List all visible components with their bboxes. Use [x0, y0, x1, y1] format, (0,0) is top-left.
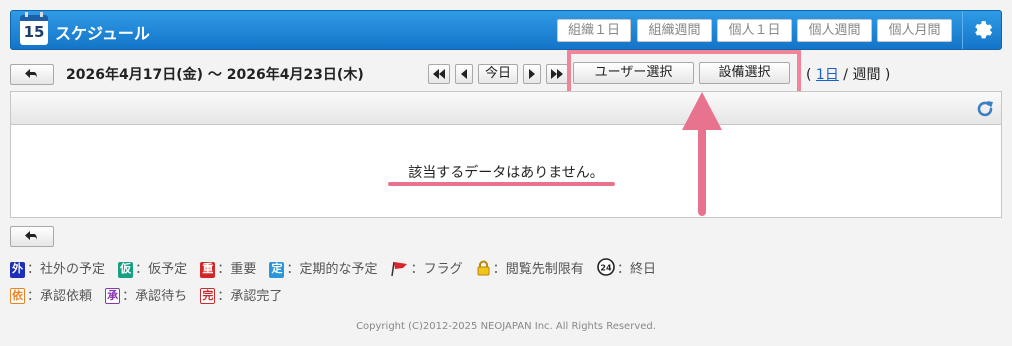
period-day-link[interactable]: 1日: [816, 67, 839, 83]
allday-24-icon: 24: [597, 258, 615, 276]
view-personal-day-button[interactable]: 個人１日: [717, 19, 792, 42]
regular-badge: 定: [269, 262, 285, 278]
period-week-label: 週間: [852, 67, 881, 83]
prev-day-button[interactable]: [455, 64, 473, 84]
legend-row-2: 依：承認依頼 承：承認待ち 完：承認完了: [10, 288, 283, 304]
back-arrow-icon: [25, 231, 37, 241]
settings-button[interactable]: [962, 11, 1001, 49]
refresh-icon[interactable]: [975, 99, 995, 119]
prev-week-button[interactable]: [428, 64, 450, 84]
view-org-day-button[interactable]: 組織１日: [557, 19, 631, 42]
lock-icon: [477, 260, 490, 276]
copyright-footer: Copyright (C)2012-2025 NEOJAPAN Inc. All…: [356, 321, 656, 332]
outside-badge: 外: [10, 262, 25, 278]
app-title: スケジュール: [55, 24, 150, 43]
left-icon: [461, 69, 467, 79]
back-button-bottom[interactable]: [10, 226, 54, 247]
legend-row-1: 外：社外の予定 仮：仮予定 重：重要 定：定期的な予定 ：フラグ ：閲覧先制限有…: [10, 258, 665, 278]
next-day-button[interactable]: [523, 64, 541, 84]
right-icon: [529, 69, 535, 79]
important-badge: 重: [200, 262, 216, 278]
date-range: 2026年4月17日(金) ～ 2026年4月23日(木): [66, 67, 364, 83]
period-selector: ( 1日 / 週間 ): [806, 67, 891, 83]
calendar-day-number: 15: [23, 23, 45, 41]
back-button-top[interactable]: [10, 64, 54, 85]
annotation-underline: [388, 182, 615, 186]
annotation-arrow: [682, 92, 722, 216]
today-button[interactable]: 今日: [478, 64, 518, 84]
app-header: 15 スケジュール 組織１日 組織週間 個人１日 個人週間 個人月間: [10, 10, 1002, 50]
gear-icon: [975, 21, 993, 39]
empty-message: 該当するデータはありません。: [408, 165, 604, 181]
approval-waiting-badge: 承: [105, 288, 121, 304]
double-left-icon: [433, 69, 445, 79]
next-week-button[interactable]: [546, 64, 568, 84]
double-right-icon: [551, 69, 563, 79]
panel-toolbar: [11, 92, 1001, 125]
svg-text:24: 24: [600, 264, 612, 273]
flag-icon: [390, 261, 407, 277]
schedule-panel: 該当するデータはありません。: [10, 91, 1002, 218]
approval-request-badge: 依: [10, 288, 25, 304]
calendar-icon: 15: [20, 12, 48, 45]
view-org-week-button[interactable]: 組織週間: [637, 19, 712, 42]
approval-done-badge: 完: [200, 288, 216, 304]
back-arrow-icon: [25, 69, 37, 79]
view-personal-month-button[interactable]: 個人月間: [877, 19, 952, 42]
tentative-badge: 仮: [118, 262, 134, 278]
view-personal-week-button[interactable]: 個人週間: [797, 19, 872, 42]
